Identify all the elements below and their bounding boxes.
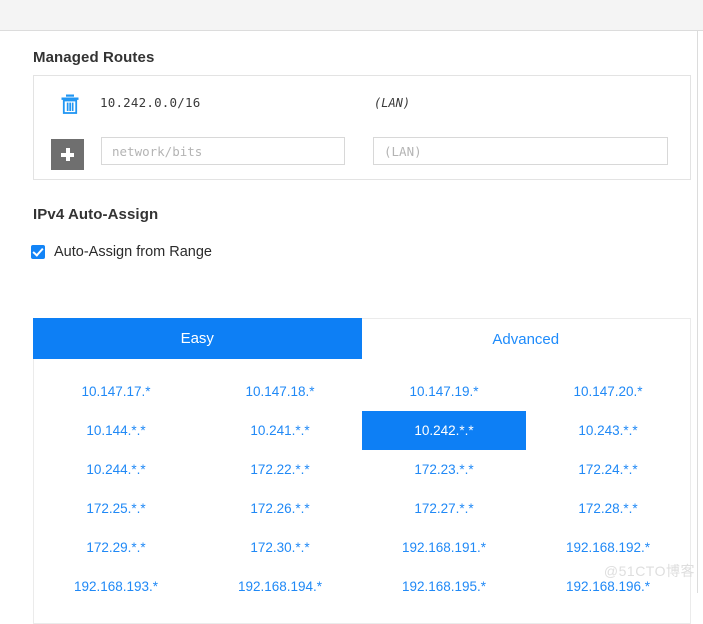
range-cell[interactable]: 192.168.191.* [362, 528, 526, 567]
range-cell[interactable]: 172.24.*.* [526, 450, 690, 489]
range-cell[interactable]: 192.168.196.* [526, 567, 690, 606]
ipv4-auto-assign-title: IPv4 Auto-Assign [33, 206, 159, 223]
range-cell[interactable]: 10.147.18.* [198, 372, 362, 411]
range-cell[interactable]: 172.25.*.* [34, 489, 198, 528]
range-cell[interactable]: 192.168.195.* [362, 567, 526, 606]
range-cell[interactable]: 10.147.20.* [526, 372, 690, 411]
managed-route-via-label: (LAN) [374, 96, 411, 110]
range-cell[interactable]: 10.241.*.* [198, 411, 362, 450]
tab-advanced[interactable]: Advanced [361, 318, 691, 359]
range-cell[interactable]: 192.168.192.* [526, 528, 690, 567]
settings-content: Managed Routes 10.242.0.0/16 (LAN) netwo… [0, 31, 697, 624]
auto-assign-checkbox-row[interactable]: Auto-Assign from Range [31, 242, 212, 262]
auto-assign-checkbox[interactable] [31, 245, 45, 259]
range-selection-panel: 10.147.17.* 10.147.18.* 10.147.19.* 10.147.… [33, 359, 691, 624]
range-mode-tabs: Easy Advanced [33, 318, 691, 359]
range-cell[interactable]: 10.147.17.* [34, 372, 198, 411]
range-cell[interactable]: 10.243.*.* [526, 411, 690, 450]
range-cell[interactable]: 172.23.*.* [362, 450, 526, 489]
range-cell[interactable]: 172.27.*.* [362, 489, 526, 528]
range-cell[interactable]: 172.28.*.* [526, 489, 690, 528]
route-network-input[interactable] [101, 137, 345, 165]
managed-route-row: 10.242.0.0/16 (LAN) [34, 82, 690, 126]
range-grid: 10.147.17.* 10.147.18.* 10.147.19.* 10.147.… [34, 372, 690, 606]
range-cell[interactable]: 172.26.*.* [198, 489, 362, 528]
page-right-edge [697, 31, 698, 593]
page-title: Managed Routes [33, 49, 155, 66]
range-cell[interactable]: 10.244.*.* [34, 450, 198, 489]
range-cell[interactable]: 172.30.*.* [198, 528, 362, 567]
managed-route-network: 10.242.0.0/16 [100, 95, 201, 110]
trash-icon[interactable] [59, 93, 81, 115]
tab-easy[interactable]: Easy [33, 318, 362, 359]
range-cell[interactable]: 192.168.194.* [198, 567, 362, 606]
plus-icon [61, 148, 74, 161]
add-route-button[interactable] [51, 139, 84, 170]
managed-routes-panel: 10.242.0.0/16 (LAN) [33, 75, 691, 180]
range-cell[interactable]: 10.147.19.* [362, 372, 526, 411]
range-cell[interactable]: 172.29.*.* [34, 528, 198, 567]
auto-assign-checkbox-label: Auto-Assign from Range [54, 244, 212, 260]
range-cell[interactable]: 192.168.193.* [34, 567, 198, 606]
window-top-bar [0, 0, 703, 31]
range-cell[interactable]: 10.144.*.* [34, 411, 198, 450]
range-cell[interactable]: 172.22.*.* [198, 450, 362, 489]
route-via-input[interactable] [373, 137, 668, 165]
managed-route-add-row [34, 132, 690, 176]
range-cell-selected[interactable]: 10.242.*.* [362, 411, 526, 450]
